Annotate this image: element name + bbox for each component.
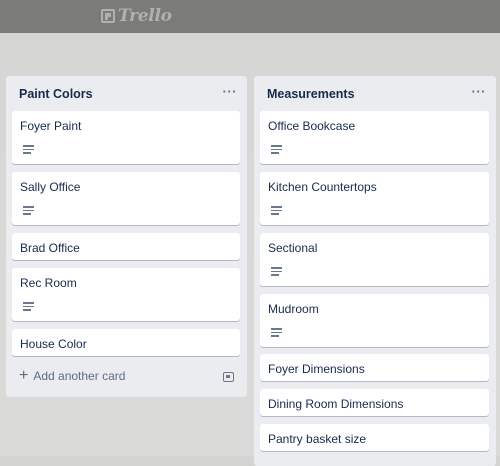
- list-menu-icon[interactable]: ···: [223, 85, 238, 98]
- card-template-icon[interactable]: [223, 372, 234, 382]
- card-title: House Color: [20, 337, 87, 351]
- card-title: Rec Room: [20, 276, 77, 290]
- description-icon: [271, 145, 282, 154]
- list-title[interactable]: Measurements: [267, 87, 355, 101]
- card-dining-room-dimensions[interactable]: Dining Room Dimensions: [260, 389, 489, 416]
- plus-icon: +: [19, 367, 29, 384]
- card-title: Sally Office: [20, 180, 81, 194]
- card-title: Mudroom: [268, 302, 319, 316]
- list-title[interactable]: Paint Colors: [19, 87, 93, 101]
- trello-board-icon: [101, 9, 115, 23]
- card-title: Pantry basket size: [268, 432, 367, 446]
- card-sectional[interactable]: Sectional: [260, 233, 489, 286]
- card-sally-office[interactable]: Sally Office: [12, 172, 240, 225]
- card-foyer-dimensions[interactable]: Foyer Dimensions: [260, 354, 489, 381]
- description-icon: [271, 328, 282, 337]
- add-card-button[interactable]: + Add another card: [19, 368, 125, 384]
- card-title: Foyer Paint: [20, 119, 82, 133]
- description-icon: [271, 267, 282, 276]
- card-pantry-basket-size[interactable]: Pantry basket size: [260, 424, 489, 451]
- trello-logo[interactable]: Trello: [101, 6, 172, 26]
- card-title: Foyer Dimensions: [268, 362, 365, 376]
- card-kitchen-countertops[interactable]: Kitchen Countertops: [260, 172, 489, 225]
- card-title: Dining Room Dimensions: [268, 397, 404, 411]
- list-menu-icon[interactable]: ···: [472, 85, 487, 98]
- list-header[interactable]: Paint Colors ···: [6, 76, 247, 112]
- card-title: Kitchen Countertops: [268, 180, 377, 194]
- add-card-label: Add another card: [33, 369, 126, 383]
- card-title: Brad Office: [20, 241, 80, 255]
- description-icon: [23, 145, 34, 154]
- list-header[interactable]: Measurements ···: [254, 76, 496, 112]
- card-office-bookcase[interactable]: Office Bookcase: [260, 111, 489, 164]
- logo-text: Trello: [118, 6, 172, 26]
- card-rec-room[interactable]: Rec Room: [12, 268, 240, 321]
- card-title: Office Bookcase: [268, 119, 356, 133]
- description-icon: [23, 206, 34, 215]
- list-paint-colors: Paint Colors ··· Foyer Paint Sally Offic…: [6, 76, 247, 397]
- card-title: Sectional: [268, 241, 318, 255]
- card-brad-office[interactable]: Brad Office: [12, 233, 240, 260]
- card-house-color[interactable]: House Color: [12, 329, 240, 356]
- top-header-bar: Trello: [0, 0, 500, 33]
- description-icon: [271, 206, 282, 215]
- card-foyer-paint[interactable]: Foyer Paint: [12, 111, 240, 164]
- list-measurements: Measurements ··· Office Bookcase Kitchen…: [254, 76, 496, 466]
- card-mudroom[interactable]: Mudroom: [260, 294, 489, 347]
- description-icon: [23, 302, 34, 311]
